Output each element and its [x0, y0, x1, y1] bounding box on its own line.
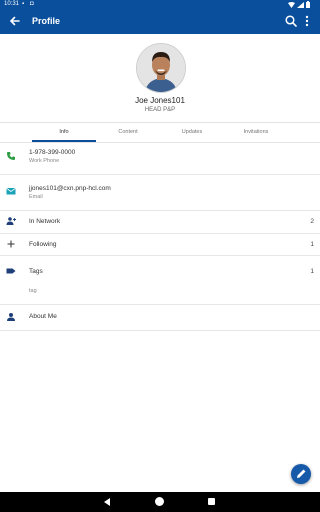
about-me-label: About Me: [29, 313, 57, 320]
email-type: Email: [29, 194, 43, 200]
more-options-icon[interactable]: [302, 14, 312, 28]
person-icon: [7, 313, 15, 321]
in-network-label: In Network: [29, 218, 61, 225]
tab-content[interactable]: Content: [96, 123, 160, 142]
about-me-row[interactable]: About Me: [0, 305, 320, 331]
profile-tabs: Info Content Updates Invitations: [0, 122, 320, 143]
system-nav-bar: [0, 492, 320, 512]
in-network-count: 2: [310, 218, 314, 225]
page-title: Profile: [32, 16, 61, 26]
tags-label: Tags: [29, 268, 43, 275]
tag-item[interactable]: tag: [29, 288, 37, 294]
following-count: 1: [310, 241, 314, 248]
following-row[interactable]: Following 1: [0, 234, 320, 256]
tab-updates[interactable]: Updates: [160, 123, 224, 142]
status-bar: 10:31 ▪ ◘: [0, 0, 320, 10]
battery-icon: [306, 1, 310, 8]
pencil-icon: [297, 469, 306, 478]
phone-icon: [7, 152, 15, 160]
notification-icon: ▪: [22, 1, 25, 7]
add-person-icon: [6, 217, 16, 225]
email-address[interactable]: jjones101@cxn.pnp-hcl.com: [29, 185, 111, 192]
avatar-photo: [137, 44, 185, 92]
profile-header: Joe Jones101 HEAD P&P: [0, 34, 320, 122]
phone-row[interactable]: 1-978-399-0000 Work Phone: [0, 142, 320, 175]
tag-icon: [6, 268, 16, 274]
tags-row[interactable]: Tags 1 tag: [0, 256, 320, 305]
nav-back-icon[interactable]: [104, 498, 110, 506]
profile-department: HEAD P&P: [144, 107, 176, 113]
status-time: 10:31: [4, 1, 20, 7]
profile-name: Joe Jones101: [135, 96, 185, 105]
phone-type: Work Phone: [29, 158, 60, 164]
plus-icon: [7, 240, 15, 248]
phone-number[interactable]: 1-978-399-0000: [29, 149, 75, 156]
search-icon[interactable]: [284, 14, 298, 28]
avatar: [136, 43, 186, 93]
nav-home-icon[interactable]: [155, 497, 164, 506]
edit-profile-button[interactable]: [291, 464, 311, 484]
wifi-icon: [288, 2, 295, 8]
email-row[interactable]: jjones101@cxn.pnp-hcl.com Email: [0, 175, 320, 211]
in-network-row[interactable]: In Network 2: [0, 211, 320, 234]
tab-invitations[interactable]: Invitations: [224, 123, 288, 142]
following-label: Following: [29, 241, 57, 248]
email-icon: [6, 187, 16, 195]
signal-icon: [297, 2, 304, 8]
app-bar: Profile: [0, 10, 320, 34]
shield-status-icon: ◘: [30, 1, 34, 7]
tags-count: 1: [310, 268, 314, 275]
nav-recents-icon[interactable]: [208, 498, 215, 505]
back-arrow-icon[interactable]: [8, 14, 22, 28]
